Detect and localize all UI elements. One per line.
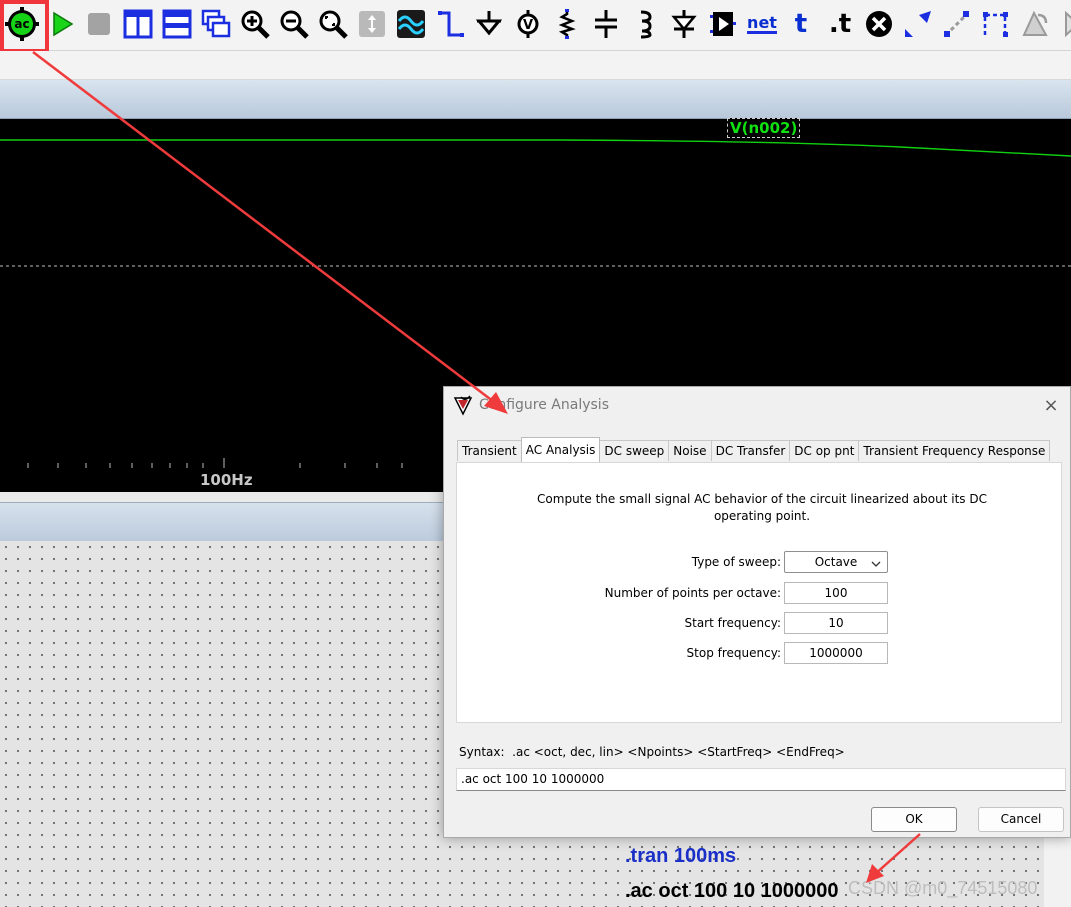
- ac-analysis-panel: Compute the small signal AC behavior of …: [456, 462, 1062, 723]
- start-frequency-row: Start frequency: 10: [457, 612, 1063, 636]
- tab-dc-sweep[interactable]: DC sweep: [599, 440, 670, 461]
- dialog-title: Configure Analysis: [479, 397, 609, 413]
- tab-dc-op-pnt[interactable]: DC op pnt: [789, 440, 860, 461]
- drag-icon[interactable]: [940, 6, 974, 42]
- pan-icon[interactable]: [355, 6, 389, 42]
- wire-icon[interactable]: [433, 6, 467, 42]
- voltage-probe-icon[interactable]: V: [511, 6, 545, 42]
- toolbar: ac V net t .t: [0, 0, 1071, 51]
- points-input[interactable]: 100: [784, 582, 888, 604]
- spice-tool-label: .t: [828, 9, 852, 39]
- inductor-icon[interactable]: [628, 6, 662, 42]
- tab-transient-frequency-response[interactable]: Transient Frequency Response: [858, 440, 1051, 461]
- ac-directive[interactable]: .ac oct 100 10 1000000: [625, 880, 839, 903]
- analysis-tabs: Transient AC Analysis DC sweep Noise DC …: [457, 437, 1051, 462]
- tab-noise[interactable]: Noise: [668, 440, 712, 461]
- watermark: CSDN @m0_74515080: [848, 878, 1038, 898]
- tab-dc-transfer[interactable]: DC Transfer: [710, 440, 791, 461]
- tab-ac-analysis[interactable]: AC Analysis: [520, 437, 601, 462]
- plot-window-header: [0, 80, 1071, 119]
- highlight-box: [0, 0, 49, 53]
- run-icon[interactable]: [45, 6, 79, 42]
- command-field[interactable]: .ac oct 100 10 1000000: [456, 768, 1066, 791]
- rotate-icon[interactable]: [979, 6, 1013, 42]
- cancel-button[interactable]: Cancel: [978, 807, 1064, 832]
- toolbar-secondary-band: [0, 51, 1071, 80]
- capacitor-icon[interactable]: [589, 6, 623, 42]
- resistor-icon[interactable]: [550, 6, 584, 42]
- text-tool-label: t: [794, 9, 808, 39]
- svg-text:V: V: [523, 18, 533, 33]
- close-icon[interactable]: ×: [1038, 392, 1064, 418]
- spice-directive-icon[interactable]: .t: [823, 6, 857, 42]
- more-icon[interactable]: [1054, 6, 1071, 42]
- sweep-type-value: Octave: [814, 555, 858, 569]
- waveform-icon[interactable]: [394, 6, 428, 42]
- component-icon[interactable]: [706, 6, 740, 42]
- ok-button[interactable]: OK: [871, 807, 957, 832]
- tile-horizontal-icon[interactable]: [160, 6, 194, 42]
- tile-vertical-icon[interactable]: [121, 6, 155, 42]
- stop-frequency-input[interactable]: 1000000: [784, 642, 888, 664]
- sweep-type-label: Type of sweep:: [691, 555, 781, 569]
- ground-icon[interactable]: [472, 6, 506, 42]
- stop-frequency-row: Stop frequency: 1000000: [457, 642, 1063, 666]
- analysis-description: Compute the small signal AC behavior of …: [537, 492, 987, 523]
- configure-analysis-dialog: Configure Analysis × Transient AC Analys…: [443, 386, 1071, 838]
- zoom-in-icon[interactable]: [238, 6, 272, 42]
- start-frequency-label: Start frequency:: [684, 616, 782, 630]
- sweep-type-select[interactable]: Octave: [784, 551, 888, 573]
- trace-label[interactable]: V(n002): [727, 118, 801, 138]
- halt-icon[interactable]: [82, 6, 116, 42]
- points-row: Number of points per octave: 100: [457, 582, 1063, 606]
- trace-v-n002: [0, 139, 1071, 157]
- points-label: Number of points per octave:: [604, 586, 781, 600]
- syntax-hint: Syntax: .ac <oct, dec, lin> <Npoints> <S…: [459, 745, 845, 759]
- tran-directive[interactable]: .tran 100ms: [625, 845, 736, 868]
- zoom-fit-icon[interactable]: [316, 6, 350, 42]
- start-frequency-input[interactable]: 10: [784, 612, 888, 634]
- zoom-out-icon[interactable]: [277, 6, 311, 42]
- ltspice-app-icon: [452, 394, 474, 419]
- chevron-down-icon: [870, 556, 882, 576]
- net-label-text: net: [747, 12, 777, 34]
- move-icon[interactable]: [901, 6, 935, 42]
- tab-transient[interactable]: Transient: [457, 440, 522, 461]
- mirror-icon[interactable]: [1018, 6, 1052, 42]
- diode-icon[interactable]: [667, 6, 701, 42]
- schematic-scroll-area: [1044, 838, 1071, 907]
- net-label-icon[interactable]: net: [745, 6, 779, 42]
- delete-icon[interactable]: [862, 6, 896, 42]
- text-icon[interactable]: t: [784, 6, 818, 42]
- x-axis-ticks: [27, 458, 403, 468]
- cascade-icon[interactable]: [199, 6, 233, 42]
- stop-frequency-label: Stop frequency:: [686, 646, 781, 660]
- x-axis-tick-label: 100Hz: [200, 471, 253, 489]
- sweep-type-row: Type of sweep: Octave: [457, 551, 1063, 575]
